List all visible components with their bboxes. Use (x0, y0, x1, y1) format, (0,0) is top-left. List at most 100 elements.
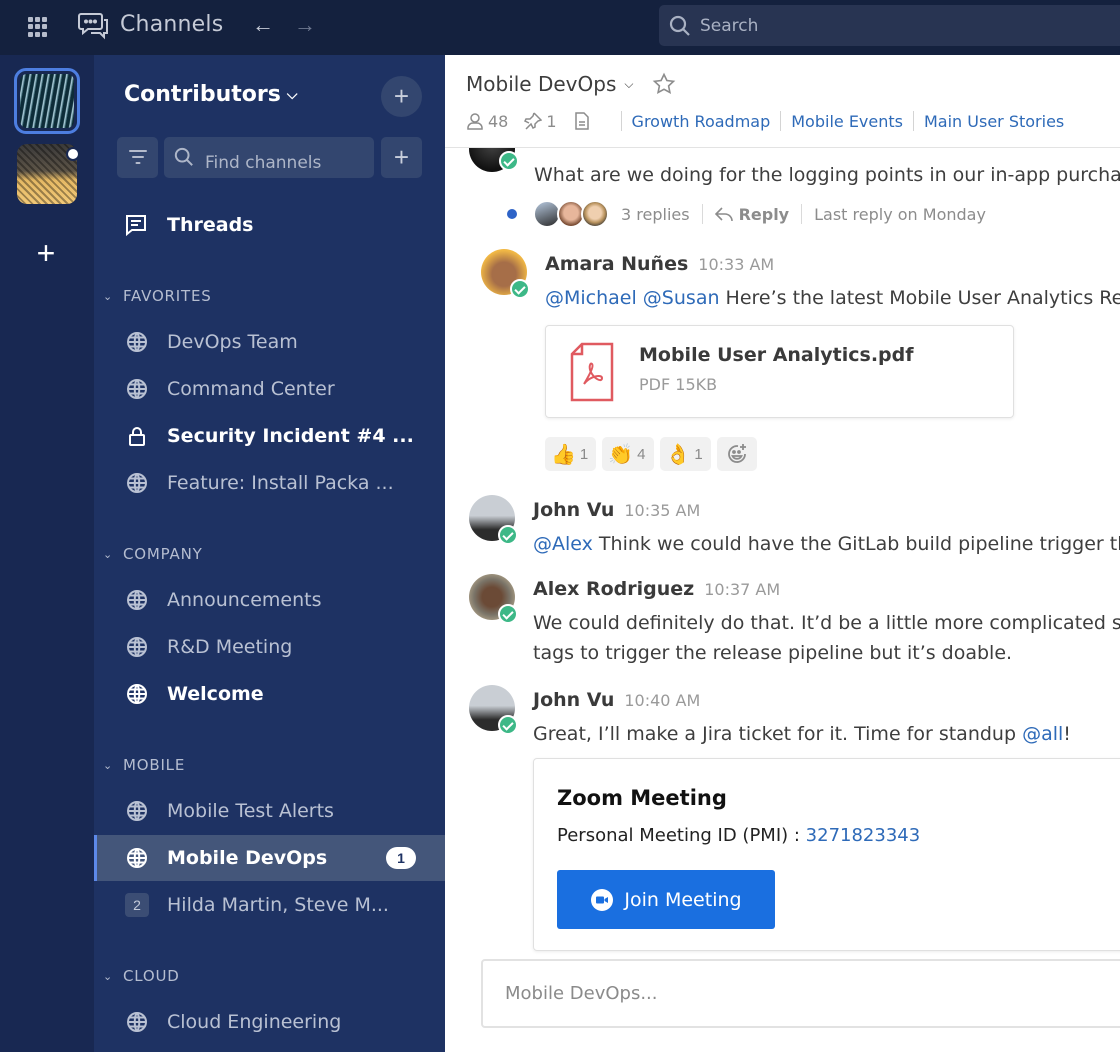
sidebar-item-security-incident[interactable]: Security Incident #4 ... (94, 413, 445, 459)
reply-button[interactable]: Reply (714, 205, 789, 224)
file-meta: PDF 15KB (639, 375, 718, 394)
message-list: What are we doing for the logging points… (445, 148, 1120, 1052)
sidebar-item-rd-meeting[interactable]: R&D Meeting (94, 624, 445, 670)
message-time: 10:33 AM (698, 255, 775, 274)
sidebar-item-group-dm[interactable]: 2 Hilda Martin, Steve M... (94, 882, 445, 928)
back-arrow-icon[interactable]: ← (252, 12, 276, 40)
bookmark-link[interactable]: Main User Stories (924, 112, 1064, 131)
message-text: We could definitely do that. It’d be a l… (533, 612, 1120, 634)
message-text: @Alex Think we could have the GitLab bui… (533, 533, 1120, 555)
sidebar-item-mobile-test-alerts[interactable]: Mobile Test Alerts (94, 788, 445, 834)
globe-icon (127, 637, 147, 657)
message-time: 10:35 AM (624, 501, 701, 520)
channel-title-dropdown[interactable]: Mobile DevOps ⌵ (466, 72, 633, 96)
threads-label: Threads (167, 214, 254, 236)
mention-link[interactable]: @Michael @Susan (545, 287, 720, 309)
reaction-ok-hand[interactable]: 👌 1 (659, 437, 711, 471)
section-mobile[interactable]: ⌄ MOBILE (103, 756, 185, 774)
lock-icon (129, 427, 145, 446)
chevron-down-icon: ⌄ (103, 969, 114, 983)
message-author[interactable]: John Vu 10:35 AM (533, 499, 700, 521)
file-attachment[interactable]: Mobile User Analytics.pdf PDF 15KB (545, 325, 1014, 418)
favorite-star-icon[interactable] (652, 72, 676, 96)
member-icon (467, 113, 483, 130)
new-message-button[interactable]: + (381, 137, 422, 178)
message-author[interactable]: John Vu 10:40 AM (533, 689, 700, 711)
globe-icon (127, 379, 147, 399)
globe-icon (127, 801, 147, 821)
divider (913, 111, 914, 131)
sidebar-item-devops-team[interactable]: DevOps Team (94, 319, 445, 365)
file-icon (574, 112, 589, 130)
search-icon (174, 147, 193, 166)
chevron-down-icon: ⌄ (103, 289, 114, 303)
add-reaction-button[interactable] (716, 437, 757, 471)
mention-badge: 1 (386, 847, 416, 869)
add-channel-button[interactable]: + (381, 76, 422, 117)
sidebar-item-mobile-devops[interactable]: Mobile DevOps 1 (94, 835, 445, 881)
online-status-icon (499, 151, 519, 171)
team-icon-active[interactable] (14, 68, 80, 134)
reaction-clap[interactable]: 👏 4 (602, 437, 654, 471)
message-text: tags to trigger the release pipeline but… (533, 642, 1013, 664)
global-search-input[interactable]: Search (659, 5, 1120, 46)
sidebar-item-welcome[interactable]: Welcome (94, 671, 445, 717)
section-cloud[interactable]: ⌄ CLOUD (103, 967, 180, 985)
globe-icon (127, 848, 147, 868)
mention-link[interactable]: @all (1022, 723, 1063, 745)
members-button[interactable]: 48 (466, 112, 508, 131)
message-author[interactable]: Alex Rodriguez 10:37 AM (533, 578, 780, 600)
bookmark-link[interactable]: Growth Roadmap (632, 112, 771, 131)
message-composer-input[interactable]: Mobile DevOps... (481, 959, 1120, 1028)
forward-arrow-icon[interactable]: → (294, 12, 318, 40)
section-company[interactable]: ⌄ COMPANY (103, 545, 203, 563)
globe-icon (127, 332, 147, 352)
team-name-dropdown[interactable]: Contributors ⌵ (124, 82, 297, 107)
divider (780, 111, 782, 131)
unread-dot (507, 209, 517, 219)
unread-indicator-dot (66, 147, 80, 161)
section-favorites[interactable]: ⌄ FAVORITES (103, 287, 212, 305)
join-meeting-button[interactable]: Join Meeting (557, 870, 775, 929)
message-time: 10:40 AM (624, 691, 701, 710)
files-button[interactable] (573, 112, 595, 130)
video-camera-icon (591, 888, 614, 911)
mention-link[interactable]: @Alex (533, 533, 593, 555)
filter-button[interactable] (117, 137, 158, 178)
find-channels-placeholder: Find channels (205, 153, 322, 173)
globe-icon (127, 473, 147, 493)
group-member-count: 2 (125, 893, 149, 917)
chevron-down-icon: ⌵ (286, 87, 298, 103)
product-menu-grid-icon[interactable] (28, 17, 48, 37)
channel-view: Mobile DevOps ⌵ 48 1 Growth Roadmap Mobil… (445, 55, 1120, 1052)
meeting-id: Personal Meeting ID (PMI) : 3271823343 (557, 825, 921, 846)
pinned-button[interactable]: 1 (524, 111, 557, 131)
sidebar-item-threads[interactable]: Threads (124, 210, 253, 240)
member-count: 48 (488, 111, 509, 131)
bookmark-link[interactable]: Mobile Events (791, 112, 903, 131)
message-text: @Michael @Susan Here’s the latest Mobile… (545, 287, 1120, 309)
divider (701, 204, 703, 224)
meeting-id-link[interactable]: 3271823343 (806, 825, 921, 846)
sidebar-item-command-center[interactable]: Command Center (94, 366, 445, 412)
divider (801, 204, 803, 224)
team-name: Contributors (124, 82, 281, 107)
pinned-count: 1 (546, 111, 557, 131)
clap-icon: 👏 (608, 443, 634, 466)
file-name: Mobile User Analytics.pdf (639, 344, 914, 366)
message-text: What are we doing for the logging points… (534, 164, 1120, 186)
zoom-meeting-card: Zoom Meeting Personal Meeting ID (PMI) :… (533, 758, 1120, 951)
reaction-thumbs-up[interactable]: 👍 1 (545, 437, 597, 471)
composer-placeholder: Mobile DevOps... (505, 983, 658, 1004)
add-team-button[interactable]: + (33, 237, 59, 269)
reply-count[interactable]: 3 replies (621, 205, 690, 224)
find-channels-input[interactable]: Find channels (164, 137, 374, 178)
globe-icon (127, 1012, 147, 1032)
sidebar-item-feature-install[interactable]: Feature: Install Packa ... (94, 460, 445, 506)
team-image (20, 74, 74, 128)
message-author[interactable]: Amara Nuñes 10:33 AM (545, 253, 774, 275)
participant-avatar (581, 200, 609, 228)
sidebar-item-announcements[interactable]: Announcements (94, 577, 445, 623)
filter-icon (128, 150, 147, 152)
sidebar-item-cloud-engineering[interactable]: Cloud Engineering (94, 999, 445, 1045)
